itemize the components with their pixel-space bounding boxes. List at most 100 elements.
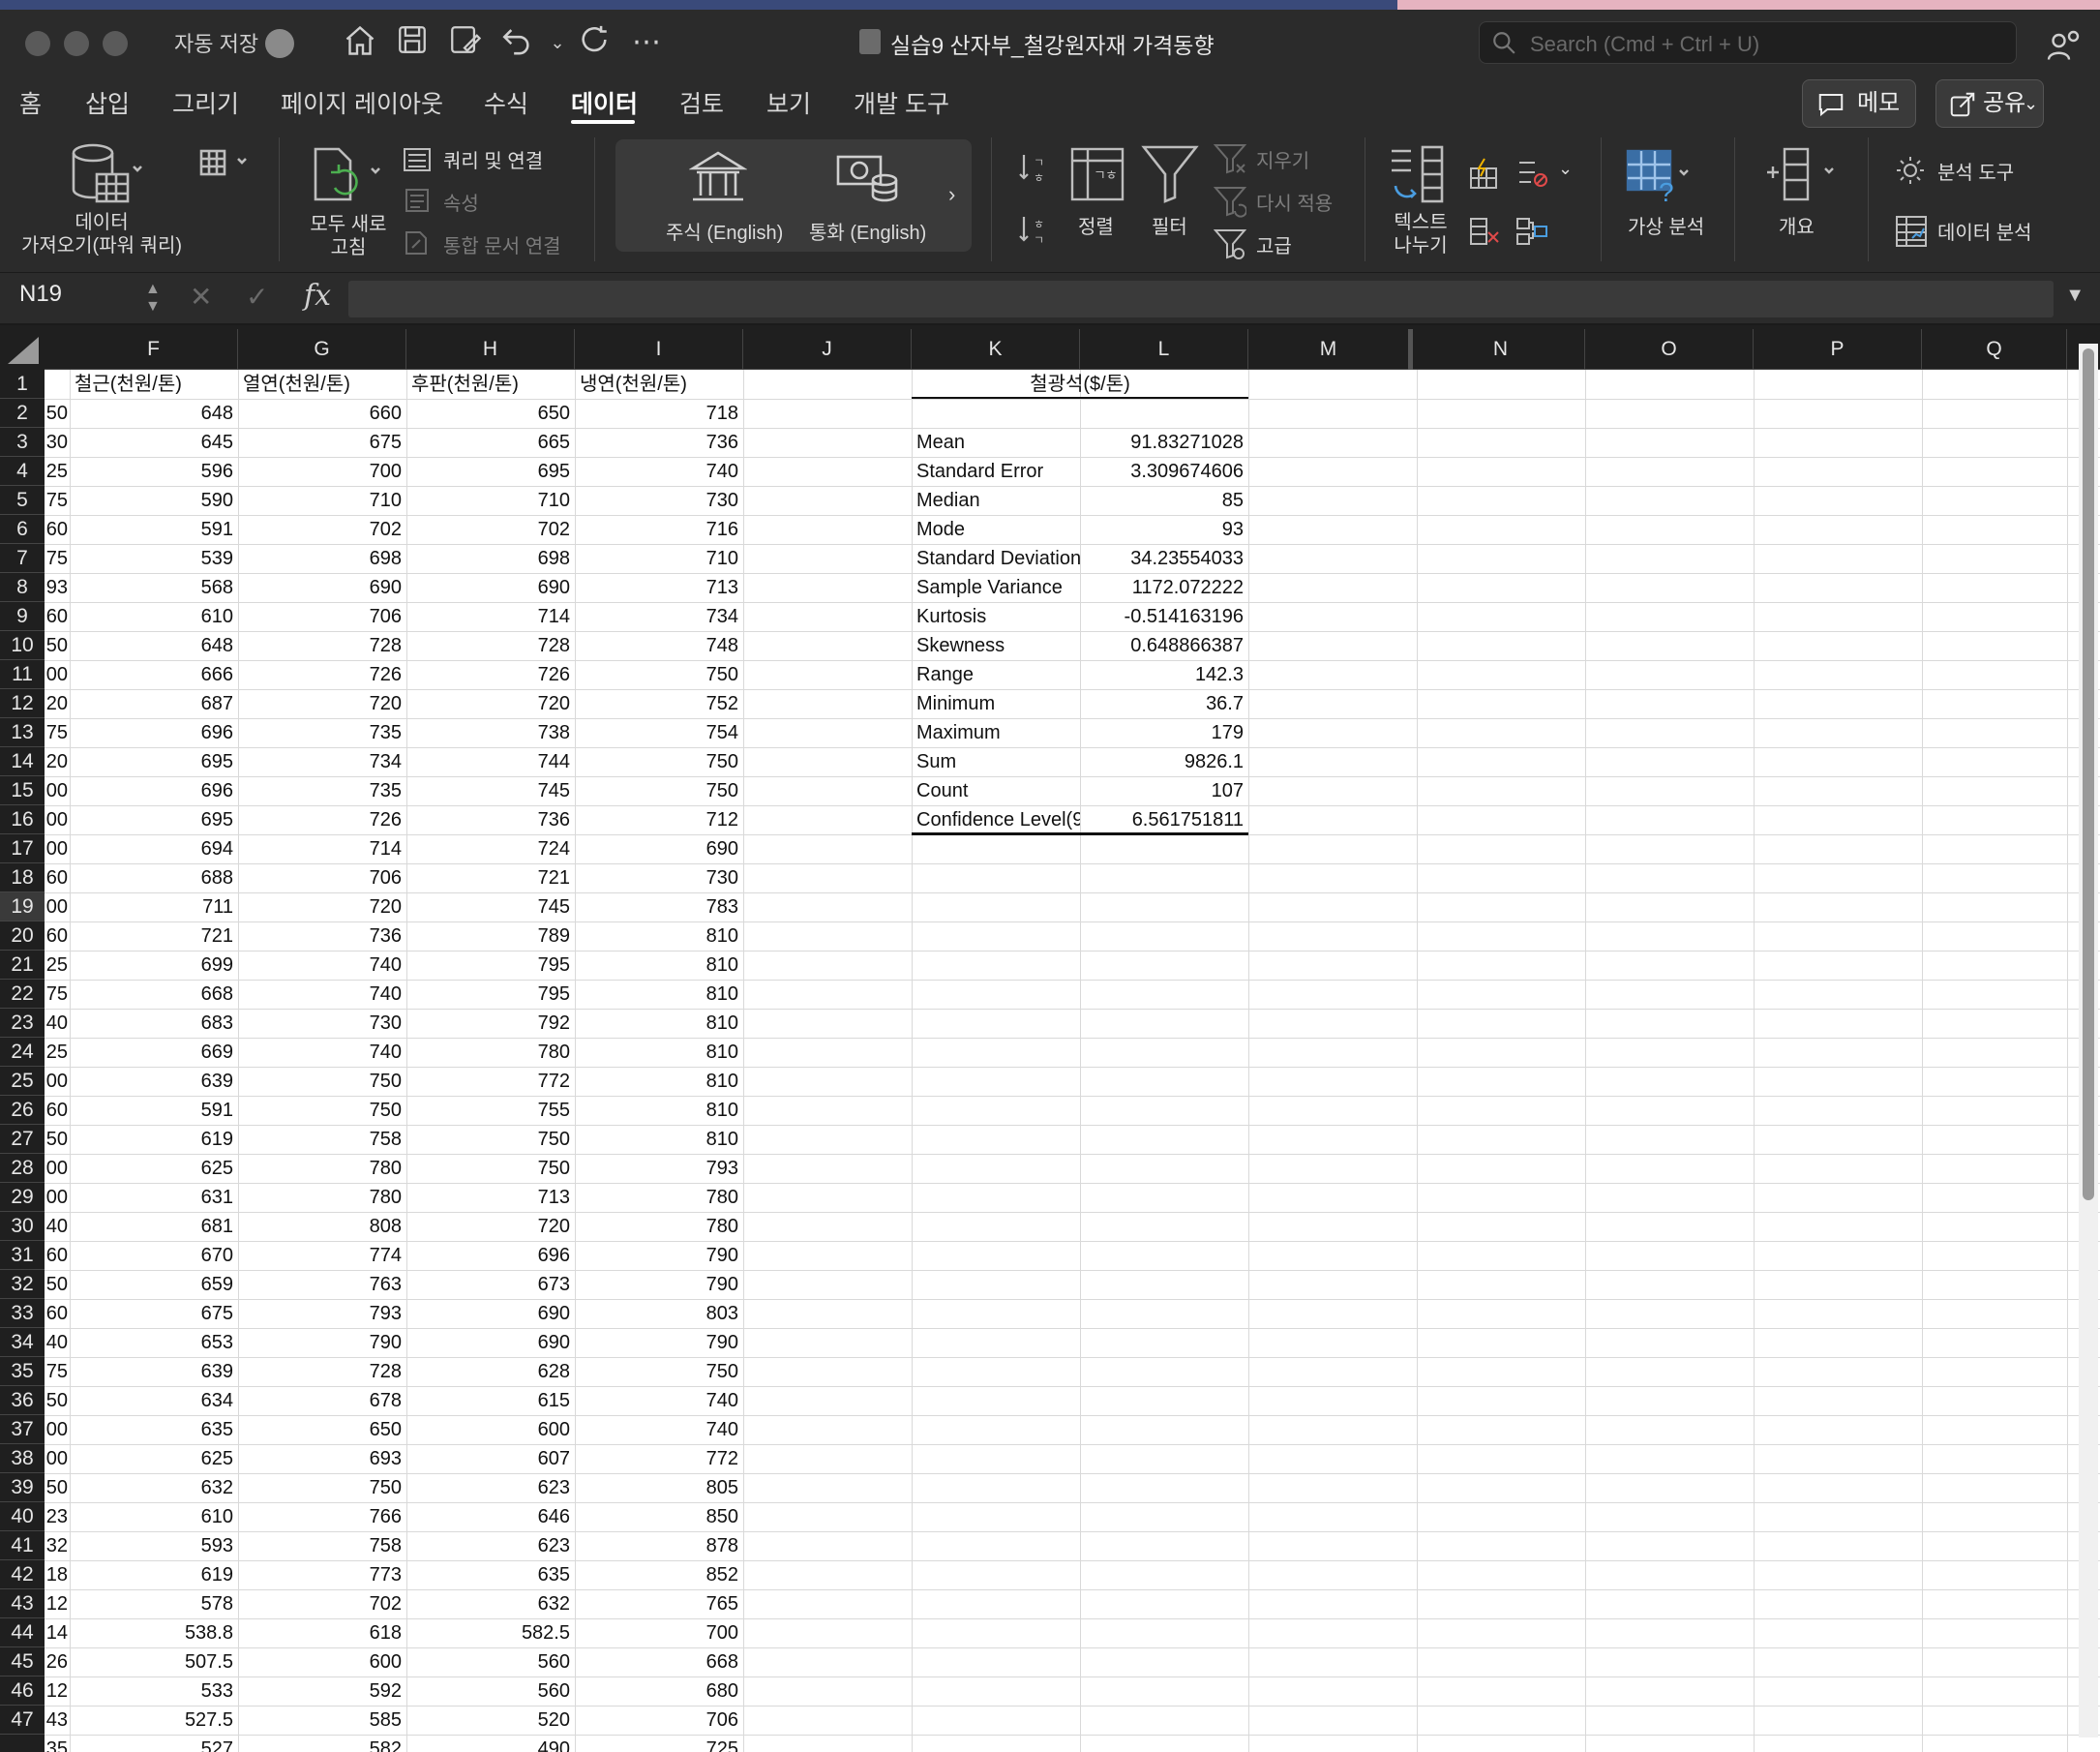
- select-all-corner[interactable]: [0, 329, 45, 370]
- row-header-41[interactable]: 41: [0, 1531, 45, 1560]
- column-title-i[interactable]: 냉연(천원/톤): [575, 370, 743, 399]
- partial-column-e-cell[interactable]: 60: [41, 863, 70, 892]
- data-cell[interactable]: 666: [70, 660, 238, 689]
- partial-column-e-cell[interactable]: 35: [41, 1735, 70, 1752]
- data-cell[interactable]: 706: [238, 863, 406, 892]
- filter-button[interactable]: 필터: [1152, 211, 1187, 239]
- data-cell[interactable]: 774: [238, 1241, 406, 1270]
- column-header-h[interactable]: H: [406, 329, 575, 370]
- column-header-k[interactable]: K: [912, 329, 1080, 370]
- data-cell[interactable]: 750: [238, 1473, 406, 1502]
- data-cell[interactable]: 765: [575, 1589, 743, 1618]
- data-cell[interactable]: 772: [575, 1444, 743, 1473]
- data-cell[interactable]: 773: [238, 1560, 406, 1589]
- data-cell[interactable]: 750: [575, 747, 743, 776]
- data-analysis-button[interactable]: 데이터 분석: [1937, 217, 2032, 245]
- data-cell[interactable]: 632: [406, 1589, 575, 1618]
- partial-column-e-cell[interactable]: 50: [41, 399, 70, 428]
- row-header-42[interactable]: 42: [0, 1560, 45, 1589]
- tab-home[interactable]: 홈: [19, 85, 42, 120]
- row-header-32[interactable]: 32: [0, 1270, 45, 1299]
- properties-button[interactable]: 속성: [443, 188, 479, 216]
- row-header-2[interactable]: 2: [0, 399, 45, 428]
- row-header-40[interactable]: 40: [0, 1502, 45, 1531]
- data-cell[interactable]: 735: [238, 776, 406, 805]
- data-cell[interactable]: 783: [575, 892, 743, 921]
- partial-column-e-cell[interactable]: 40: [41, 1212, 70, 1241]
- data-cell[interactable]: 696: [70, 718, 238, 747]
- account-icon[interactable]: [2046, 29, 2081, 64]
- partial-column-e-cell[interactable]: 00: [41, 1415, 70, 1444]
- zoom-window-button[interactable]: [103, 31, 128, 56]
- data-cell[interactable]: 734: [575, 602, 743, 631]
- row-header-36[interactable]: 36: [0, 1386, 45, 1415]
- row-header-30[interactable]: 30: [0, 1212, 45, 1241]
- data-cell[interactable]: 590: [70, 486, 238, 515]
- refresh-all-button[interactable]: 모두 새로 고침: [290, 213, 406, 259]
- data-cell[interactable]: 790: [238, 1328, 406, 1357]
- advanced-button[interactable]: 고급: [1256, 230, 1292, 258]
- row-header-17[interactable]: 17: [0, 834, 45, 863]
- data-cell[interactable]: 690: [238, 573, 406, 602]
- partial-column-e-cell[interactable]: 00: [41, 892, 70, 921]
- row-header-26[interactable]: 26: [0, 1096, 45, 1125]
- remove-duplicates-icon[interactable]: [1467, 215, 1500, 248]
- data-cell[interactable]: 706: [575, 1706, 743, 1735]
- data-cell[interactable]: 720: [406, 1212, 575, 1241]
- data-cell[interactable]: 623: [406, 1473, 575, 1502]
- data-cell[interactable]: 736: [575, 428, 743, 457]
- partial-column-e-cell[interactable]: 00: [41, 1067, 70, 1096]
- row-header-5[interactable]: 5: [0, 486, 45, 515]
- data-cell[interactable]: 628: [406, 1357, 575, 1386]
- data-cell[interactable]: 648: [70, 631, 238, 660]
- data-cell[interactable]: 810: [575, 1096, 743, 1125]
- partial-column-e-cell[interactable]: 26: [41, 1647, 70, 1676]
- data-cell[interactable]: 591: [70, 515, 238, 544]
- partial-column-e-cell[interactable]: 60: [41, 1096, 70, 1125]
- currencies-button[interactable]: 통화 (English): [809, 217, 926, 245]
- data-cell[interactable]: 538.8: [70, 1618, 238, 1647]
- data-cell[interactable]: 645: [70, 428, 238, 457]
- column-header-i[interactable]: I: [575, 329, 743, 370]
- data-cell[interactable]: 650: [238, 1415, 406, 1444]
- partial-column-e-cell[interactable]: 50: [41, 1386, 70, 1415]
- stat-value[interactable]: 1172.072222: [1080, 573, 1248, 602]
- column-header-q[interactable]: Q: [1922, 329, 2067, 370]
- row-header-21[interactable]: 21: [0, 951, 45, 980]
- row-header-27[interactable]: 27: [0, 1125, 45, 1154]
- insert-function-icon[interactable]: fx: [304, 279, 331, 313]
- partial-column-e-cell[interactable]: 50: [41, 1473, 70, 1502]
- row-header-19[interactable]: 19: [0, 892, 45, 921]
- row-header-20[interactable]: 20: [0, 921, 45, 951]
- data-cell[interactable]: 808: [238, 1212, 406, 1241]
- gallery-next-chevron-icon[interactable]: ›: [948, 182, 955, 207]
- tab-view[interactable]: 보기: [766, 85, 811, 120]
- partial-column-e-cell[interactable]: 20: [41, 747, 70, 776]
- row-header-25[interactable]: 25: [0, 1067, 45, 1096]
- data-cell[interactable]: 780: [238, 1183, 406, 1212]
- data-cell[interactable]: 690: [575, 834, 743, 863]
- partial-column-e-cell[interactable]: 32: [41, 1531, 70, 1560]
- data-cell[interactable]: 713: [575, 573, 743, 602]
- data-cell[interactable]: 852: [575, 1560, 743, 1589]
- data-cell[interactable]: 780: [575, 1212, 743, 1241]
- row-header-18[interactable]: 18: [0, 863, 45, 892]
- what-if-analysis-button[interactable]: 가상 분석: [1628, 211, 1704, 239]
- flash-fill-icon[interactable]: [1467, 157, 1500, 190]
- search-input[interactable]: Search (Cmd + Ctrl + U): [1479, 21, 2017, 64]
- data-cell[interactable]: 650: [406, 399, 575, 428]
- row-header-29[interactable]: 29: [0, 1183, 45, 1212]
- column-header-o[interactable]: O: [1585, 329, 1754, 370]
- sort-button[interactable]: 정렬: [1078, 211, 1114, 239]
- partial-column-e-cell[interactable]: 12: [41, 1589, 70, 1618]
- partial-column-e-cell[interactable]: 18: [41, 1560, 70, 1589]
- row-header-23[interactable]: 23: [0, 1009, 45, 1038]
- save-icon[interactable]: [393, 23, 432, 62]
- data-cell[interactable]: 750: [406, 1125, 575, 1154]
- row-header-8[interactable]: 8: [0, 573, 45, 602]
- comments-button[interactable]: 메모: [1802, 79, 1916, 128]
- row-header-1[interactable]: 1: [0, 370, 45, 399]
- data-cell[interactable]: 714: [238, 834, 406, 863]
- undo-icon[interactable]: [497, 23, 536, 62]
- data-cell[interactable]: 695: [70, 747, 238, 776]
